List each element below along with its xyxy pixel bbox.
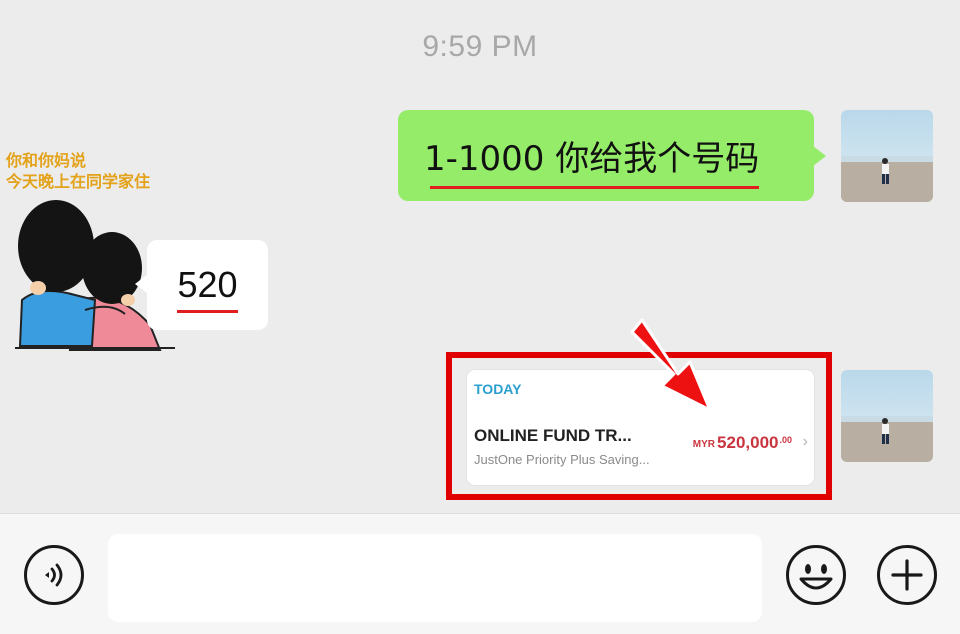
- outgoing-message-label: 1-1000 你给我个号码: [424, 139, 760, 179]
- outgoing-message-bubble[interactable]: 1-1000 你给我个号码: [398, 110, 826, 201]
- plus-icon: [891, 559, 923, 591]
- red-arrow-icon: [630, 318, 712, 412]
- red-underline-annotation: [430, 186, 760, 189]
- card-amount: MYR 520,000 .00: [693, 433, 792, 453]
- add-button[interactable]: [877, 545, 937, 605]
- incoming-message-label: 520: [177, 264, 238, 305]
- card-title: ONLINE FUND TR...: [474, 426, 632, 445]
- red-underline-annotation: [177, 310, 238, 313]
- message-input[interactable]: [108, 534, 762, 622]
- voice-icon: [45, 563, 63, 587]
- chevron-right-icon: ›: [802, 433, 808, 450]
- amount-value: 520,000: [717, 433, 779, 452]
- amount-currency: MYR: [692, 439, 716, 450]
- my-avatar[interactable]: [841, 370, 933, 462]
- voice-button[interactable]: [24, 545, 84, 605]
- my-avatar[interactable]: [841, 110, 933, 202]
- outgoing-message-text: 1-1000 你给我个号码: [424, 131, 760, 189]
- chat-screen: 9:59 PM 1-1000 你给我个号码 你和你妈说 今天晚上在同学家住 52…: [0, 0, 960, 634]
- incoming-message-bubble[interactable]: 520: [135, 240, 268, 330]
- emoji-icon: [799, 564, 833, 590]
- message-timestamp: 9:59 PM: [422, 30, 538, 63]
- message-input-bar: [0, 513, 960, 634]
- emoji-button[interactable]: [786, 545, 846, 605]
- card-subtitle: JustOne Priority Plus Saving...: [474, 452, 650, 467]
- incoming-message-text: 520: [177, 264, 238, 313]
- card-date-label: TODAY: [474, 381, 522, 397]
- amount-decimals: .00: [779, 435, 792, 445]
